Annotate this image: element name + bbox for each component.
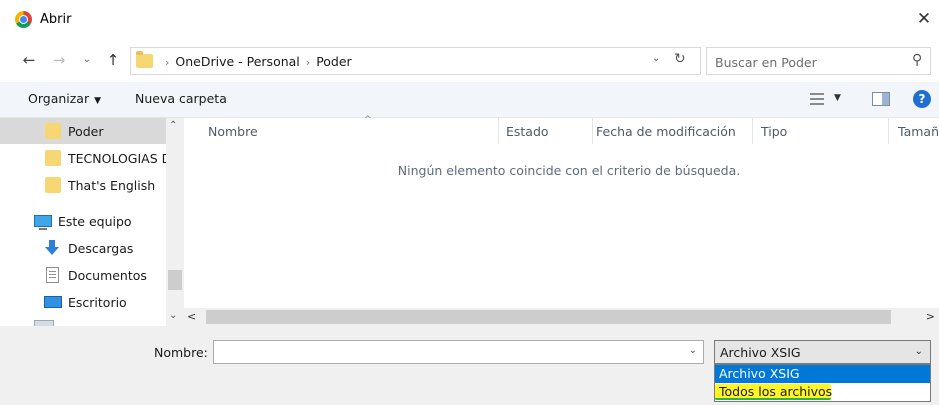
column-label: Fecha de modificación xyxy=(596,124,736,139)
scroll-down-icon[interactable]: ⌄ xyxy=(169,310,181,321)
address-dropdown-icon[interactable]: ⌄ xyxy=(652,53,666,64)
view-options-icon[interactable] xyxy=(810,92,824,106)
scroll-thumb[interactable] xyxy=(168,270,182,290)
sidebar-item-label: Poder xyxy=(68,124,104,139)
sidebar-item-escritorio[interactable]: Escritorio xyxy=(0,289,166,315)
sort-caret-icon: ^ xyxy=(364,115,372,125)
bottom-bar: Nombre: ⌄ Archivo XSIG ⌄ Archivo XSIG To… xyxy=(0,326,939,405)
sidebar-item-label: That's English xyxy=(68,178,156,193)
refresh-icon[interactable]: ↻ xyxy=(674,51,690,67)
filetype-option-all-files[interactable]: Todos los archivos xyxy=(715,383,930,401)
view-options-caret-icon[interactable]: ▼ xyxy=(834,93,841,103)
column-label: Nombre xyxy=(208,124,258,139)
sidebar-scrollbar[interactable]: ⌃ ⌄ xyxy=(166,118,184,326)
sidebar-item-thats-english[interactable]: That's English xyxy=(0,172,166,198)
column-header-estado[interactable]: Estado xyxy=(498,118,592,144)
navigation-pane: Poder TECNOLOGIAS D That's English Este … xyxy=(0,118,184,326)
folder-icon xyxy=(45,150,61,166)
scroll-left-icon[interactable]: < xyxy=(187,310,196,323)
search-box[interactable]: ⚲ xyxy=(706,47,931,75)
sidebar-item-documentos[interactable]: Documentos xyxy=(0,262,166,288)
empty-message: Ningún elemento coincide con el criterio… xyxy=(397,163,741,178)
sidebar-item-tecnologias[interactable]: TECNOLOGIAS D xyxy=(0,145,171,171)
help-icon[interactable]: ? xyxy=(913,90,931,108)
caret-down-icon: ▼ xyxy=(94,96,102,106)
search-icon[interactable]: ⚲ xyxy=(912,52,922,68)
desktop-icon xyxy=(44,296,62,308)
documents-icon xyxy=(46,267,59,283)
breadcrumb-poder[interactable]: Poder xyxy=(316,54,352,69)
filetype-option-xsig[interactable]: Archivo XSIG xyxy=(715,365,930,383)
chevron-down-icon[interactable]: ⌄ xyxy=(689,345,697,356)
filetype-select[interactable]: Archivo XSIG ⌄ xyxy=(714,340,931,364)
sidebar-item-poder[interactable]: Poder xyxy=(0,118,166,144)
filetype-dropdown-list: Archivo XSIG Todos los archivos xyxy=(714,364,931,402)
scroll-right-icon[interactable]: > xyxy=(926,310,935,323)
horizontal-scrollbar[interactable]: < > xyxy=(184,308,939,326)
address-bar[interactable]: › OneDrive - Personal › Poder ⌄ ↻ xyxy=(130,47,701,75)
organize-button[interactable]: Organizar ▼ xyxy=(28,91,101,106)
folder-icon xyxy=(45,177,61,193)
file-list: Nombre ^ Estado Fecha de modificación Ti… xyxy=(184,115,939,326)
search-input[interactable] xyxy=(715,53,900,71)
sidebar-item-label: TECNOLOGIAS D xyxy=(68,151,172,166)
chevron-down-icon[interactable]: ⌄ xyxy=(915,346,923,357)
folder-icon xyxy=(136,51,153,68)
filetype-selected-value: Archivo XSIG xyxy=(720,345,801,360)
column-header-fecha[interactable]: Fecha de modificación xyxy=(592,118,752,144)
column-header-nombre[interactable]: Nombre ^ xyxy=(184,115,498,144)
column-header-tipo[interactable]: Tipo xyxy=(752,118,888,144)
filename-combobox[interactable]: ⌄ xyxy=(213,340,704,364)
column-label: Tipo xyxy=(761,124,788,139)
computer-icon xyxy=(34,215,52,230)
scroll-thumb[interactable] xyxy=(206,310,891,324)
chrome-icon xyxy=(15,11,32,28)
column-header-tamano[interactable]: Tamaño xyxy=(888,118,939,144)
up-button[interactable]: ↑ xyxy=(104,50,122,70)
sidebar-item-este-equipo[interactable]: Este equipo xyxy=(0,208,166,234)
filename-input[interactable] xyxy=(218,344,678,360)
sidebar-item-label: Documentos xyxy=(68,268,147,283)
breadcrumb-onedrive[interactable]: OneDrive - Personal xyxy=(175,54,299,69)
folder-icon xyxy=(45,123,61,139)
title-bar: Abrir ✕ xyxy=(0,0,939,40)
breadcrumb: › OneDrive - Personal › Poder xyxy=(159,54,352,69)
window-title: Abrir xyxy=(40,12,72,27)
sidebar-item-descargas[interactable]: Descargas xyxy=(0,235,166,261)
organize-label: Organizar xyxy=(28,91,90,106)
new-folder-button[interactable]: Nueva carpeta xyxy=(135,91,227,106)
scroll-up-icon[interactable]: ⌃ xyxy=(169,120,181,131)
back-button[interactable]: ← xyxy=(20,50,38,70)
forward-button[interactable]: → xyxy=(50,50,68,70)
breadcrumb-separator[interactable]: › xyxy=(306,56,310,69)
column-label: Estado xyxy=(506,124,549,139)
breadcrumb-separator[interactable]: › xyxy=(165,56,169,69)
column-label: Tamaño xyxy=(898,124,939,139)
open-file-dialog: Abrir ✕ ← → ⌄ ↑ › OneDrive - Personal › Pod… xyxy=(0,0,939,405)
sidebar-item-label: Descargas xyxy=(68,241,134,256)
preview-pane-icon[interactable] xyxy=(872,92,890,106)
close-button[interactable]: ✕ xyxy=(913,8,935,30)
download-icon xyxy=(44,240,60,256)
option-label: Todos los archivos xyxy=(719,384,833,399)
sidebar-item-label: Escritorio xyxy=(68,295,127,310)
command-toolbar: Organizar ▼ Nueva carpeta ▼ ? xyxy=(0,82,939,118)
recent-locations-button[interactable]: ⌄ xyxy=(80,50,94,70)
sidebar-item-label: Este equipo xyxy=(58,214,132,229)
filename-label: Nombre: xyxy=(154,345,208,360)
navigation-bar: ← → ⌄ ↑ › OneDrive - Personal › Poder ⌄ ↻ ⚲ xyxy=(0,44,939,78)
